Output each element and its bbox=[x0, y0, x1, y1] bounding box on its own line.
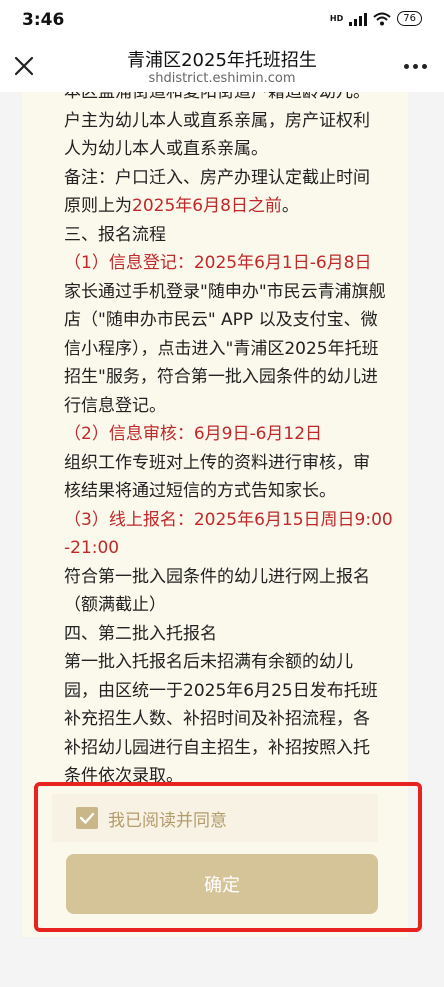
body-text: 四、第二批入托报名 bbox=[64, 623, 217, 644]
emphasis-text: （2）信息审核：6月9日-6月12日 bbox=[64, 424, 323, 444]
body-text: 信小程序），点击进入"青浦区2025年托班 bbox=[64, 338, 379, 359]
text-line: 原则上为2025年6月8日之前。 bbox=[64, 192, 408, 221]
body-text: 户主为幼儿本人或直系亲属，房产证权利 bbox=[64, 110, 370, 131]
text-line: 店（"随申办市民云" APP 以及支付宝、微 bbox=[64, 306, 408, 335]
text-line: 组织工作专班对上传的资料进行审核，审 bbox=[64, 449, 408, 478]
emphasis-text: 2025年6月8日之前 bbox=[132, 196, 282, 216]
body-text: 补充招生人数、补招时间及补招流程，各 bbox=[64, 709, 370, 729]
body-text: 核结果将通过短信的方式告知家长。 bbox=[64, 481, 336, 501]
close-icon bbox=[14, 56, 34, 76]
text-line: 信小程序），点击进入"青浦区2025年托班 bbox=[64, 335, 408, 364]
notice-text: 本区盈浦街道和夏阳街道户籍适龄幼儿。户主为幼儿本人或直系亲属，房产证权利 人为幼儿… bbox=[64, 92, 408, 791]
body-text: 三、报名流程 bbox=[64, 224, 166, 245]
body-text: 家长通过手机登录"随申办"市民云青浦旗舰 bbox=[64, 281, 386, 302]
body-text: 。 bbox=[281, 196, 299, 216]
body-text: （额满截止） bbox=[64, 595, 166, 615]
text-line: 家长通过手机登录"随申办"市民云青浦旗舰 bbox=[64, 278, 408, 307]
nav-bar: 青浦区2025年托班招生 shdistrict.eshimin.com bbox=[0, 40, 444, 92]
body-text: 人为幼儿本人或直系亲属。 bbox=[64, 139, 268, 159]
page-domain: shdistrict.eshimin.com bbox=[148, 71, 296, 86]
wifi-icon bbox=[373, 12, 391, 25]
body-text: 组织工作专班对上传的资料进行审核，审 bbox=[64, 452, 370, 473]
text-line: 三、报名流程 bbox=[64, 221, 408, 250]
emphasis-text: （1）信息登记：2025年6月1日-6月8日 bbox=[64, 253, 372, 273]
text-line: 行信息登记。 bbox=[64, 392, 408, 421]
text-line: 本区盈浦街道和夏阳街道户籍适龄幼儿。 bbox=[64, 92, 408, 107]
dot-icon bbox=[412, 63, 418, 69]
page-title: 青浦区2025年托班招生 bbox=[127, 50, 317, 71]
body-text: 本区盈浦街道和夏阳街道户籍适龄幼儿。 bbox=[64, 92, 370, 102]
text-line: 第一批入托报名后未招满有余额的幼儿 bbox=[64, 648, 408, 677]
close-button[interactable] bbox=[10, 52, 38, 80]
text-line: 四、第二批入托报名 bbox=[64, 620, 408, 649]
text-line: （3）线上报名：2025年6月15日周日9:00 bbox=[64, 506, 408, 535]
text-line: 备注：户口迁入、房产办理认定截止时间 bbox=[64, 164, 408, 193]
network-type: HD bbox=[329, 13, 344, 23]
battery-icon: 76 bbox=[397, 11, 422, 26]
text-line: 补充招生人数、补招时间及补招流程，各 bbox=[64, 705, 408, 734]
text-line: 园，由区统一于2025年6月25日发布托班 bbox=[64, 677, 408, 706]
text-line: 补招幼儿园进行自主招生，补招按照入托 bbox=[64, 734, 408, 763]
body-text: 备注：户口迁入、房产办理认定截止时间 bbox=[64, 167, 370, 188]
body-text: 符合第一批入园条件的幼儿进行网上报名 bbox=[64, 566, 370, 587]
highlight-annotation bbox=[34, 782, 422, 932]
text-line: （额满截止） bbox=[64, 591, 408, 620]
body-text: 店（"随申办市民云" APP 以及支付宝、微 bbox=[64, 310, 378, 330]
status-time: 3:46 bbox=[22, 10, 65, 30]
emphasis-text: -21:00 bbox=[64, 538, 120, 558]
text-line: （2）信息审核：6月9日-6月12日 bbox=[64, 420, 408, 449]
text-line: 户主为幼儿本人或直系亲属，房产证权利 bbox=[64, 107, 408, 136]
notice-content[interactable]: 本区盈浦街道和夏阳街道户籍适龄幼儿。户主为幼儿本人或直系亲属，房产证权利 人为幼儿… bbox=[22, 92, 408, 792]
more-options-button[interactable] bbox=[400, 54, 430, 78]
dot-icon bbox=[403, 63, 409, 69]
text-line: 人为幼儿本人或直系亲属。 bbox=[64, 135, 408, 164]
status-icons: HD 76 bbox=[330, 11, 422, 26]
text-line: 招生"服务，符合第一批入园条件的幼儿进 bbox=[64, 363, 408, 392]
body-text: 补招幼儿园进行自主招生，补招按照入托 bbox=[64, 737, 370, 758]
text-line: -21:00 bbox=[64, 534, 408, 563]
body-text: 园，由区统一于2025年6月25日发布托班 bbox=[64, 680, 378, 701]
signal-icon bbox=[349, 12, 368, 26]
dot-icon bbox=[421, 63, 427, 69]
body-text: 行信息登记。 bbox=[64, 395, 166, 416]
text-line: 核结果将通过短信的方式告知家长。 bbox=[64, 477, 408, 506]
body-text: 招生"服务，符合第一批入园条件的幼儿进 bbox=[64, 367, 378, 387]
text-line: 符合第一批入园条件的幼儿进行网上报名 bbox=[64, 563, 408, 592]
emphasis-text: （3）线上报名：2025年6月15日周日9:00 bbox=[64, 509, 393, 530]
status-bar: 3:46 HD 76 bbox=[0, 0, 444, 40]
text-line: （1）信息登记：2025年6月1日-6月8日 bbox=[64, 249, 408, 278]
body-text: 第一批入托报名后未招满有余额的幼儿 bbox=[64, 652, 353, 672]
body-text: 原则上为 bbox=[64, 196, 132, 216]
